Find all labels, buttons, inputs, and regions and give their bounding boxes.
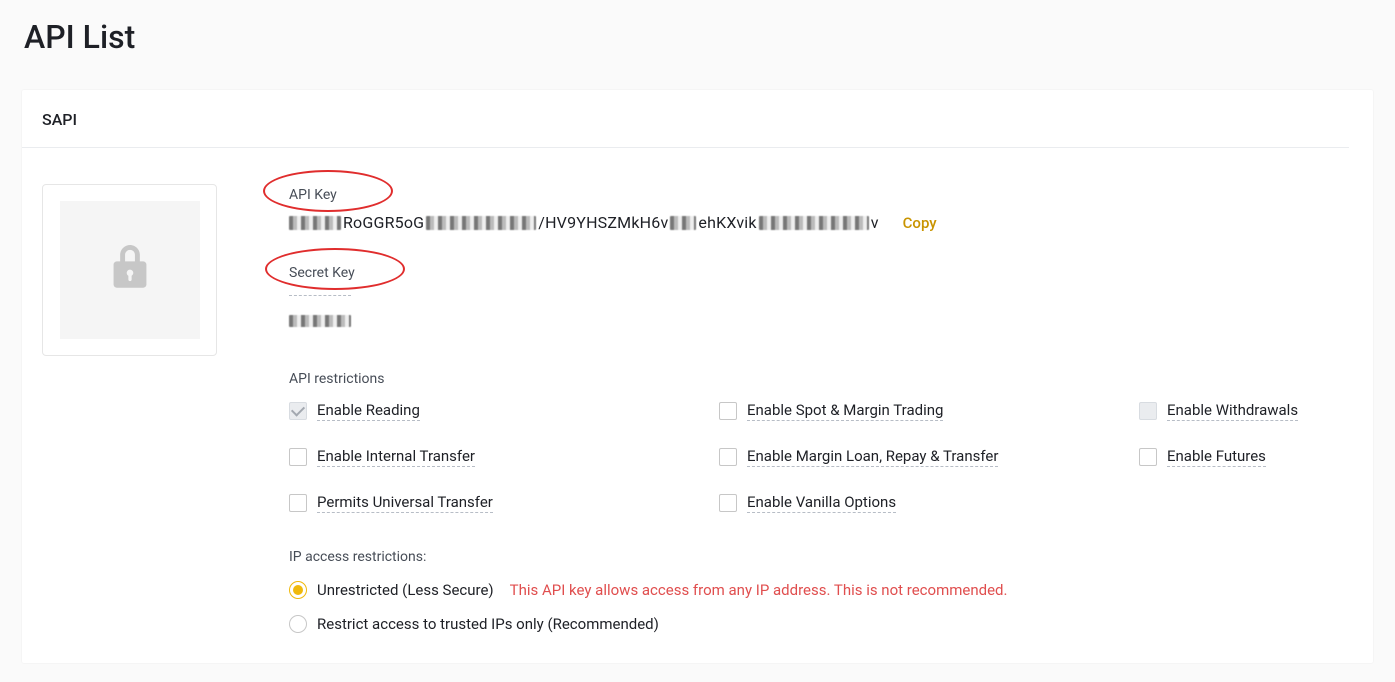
obscured-segment (759, 216, 869, 230)
perm-vanilla-options[interactable]: Enable Vanilla Options (719, 493, 1139, 513)
checkbox-icon (289, 448, 307, 466)
perm-label: Enable Margin Loan, Repay & Transfer (747, 447, 998, 467)
copy-button[interactable]: Copy (903, 214, 937, 232)
api-card: SAPI API Key RoGGR5oG (22, 90, 1373, 663)
perm-label: Enable Futures (1167, 447, 1266, 467)
qr-box (42, 184, 217, 356)
radio-icon (289, 615, 307, 633)
perm-enable-reading[interactable]: Enable Reading (289, 401, 719, 421)
secret-key-value (289, 312, 1379, 331)
checkbox-icon (289, 494, 307, 512)
checkbox-icon (1139, 402, 1157, 420)
checkbox-icon (289, 402, 307, 420)
ip-option-restricted[interactable]: Restrict access to trusted IPs only (Rec… (289, 615, 1379, 633)
secret-key-label: Secret Key (289, 265, 355, 281)
obscured-segment (289, 216, 341, 230)
perm-margin-loan[interactable]: Enable Margin Loan, Repay & Transfer (719, 447, 1139, 467)
permissions-grid: Enable Reading Enable Spot & Margin Trad… (289, 401, 1379, 513)
perm-label: Permits Universal Transfer (317, 493, 493, 513)
ip-warning-text: This API key allows access from any IP a… (510, 581, 1008, 599)
perm-label: Enable Spot & Margin Trading (747, 401, 943, 421)
api-key-value: RoGGR5oG /HV9YHSZMkH6v ehKXvik v (289, 213, 879, 232)
perm-universal-transfer[interactable]: Permits Universal Transfer (289, 493, 719, 513)
perm-label: Enable Vanilla Options (747, 493, 896, 513)
restrictions-title: API restrictions (289, 371, 1379, 387)
api-details: API Key RoGGR5oG /HV9YHSZMkH6v ehKXvik v… (289, 184, 1379, 633)
api-key-frag-3: ehKXvik (698, 213, 756, 232)
api-name: SAPI (22, 90, 1349, 148)
perm-internal-transfer[interactable]: Enable Internal Transfer (289, 447, 719, 467)
checkbox-icon (719, 494, 737, 512)
checkbox-icon (719, 402, 737, 420)
lock-icon (110, 245, 150, 295)
perm-withdrawals[interactable]: Enable Withdrawals (1139, 401, 1379, 421)
api-key-frag-1: RoGGR5oG (343, 213, 424, 232)
perm-spot-margin[interactable]: Enable Spot & Margin Trading (719, 401, 1139, 421)
checkbox-icon (719, 448, 737, 466)
obscured-segment (289, 315, 351, 327)
secret-key-underline (289, 292, 351, 296)
qr-placeholder (60, 201, 200, 339)
perm-label: Enable Withdrawals (1167, 401, 1298, 421)
ip-option-unrestricted[interactable]: Unrestricted (Less Secure) This API key … (289, 581, 1379, 599)
page-title: API List (0, 0, 1395, 66)
ip-option-label: Unrestricted (Less Secure) (317, 581, 494, 599)
perm-label: Enable Internal Transfer (317, 447, 475, 467)
api-key-row: RoGGR5oG /HV9YHSZMkH6v ehKXvik v Copy (289, 213, 1379, 232)
obscured-segment (670, 216, 696, 230)
ip-access-title: IP access restrictions: (289, 549, 1379, 565)
perm-label: Enable Reading (317, 401, 420, 421)
obscured-segment (426, 216, 536, 230)
radio-icon (289, 581, 307, 599)
perm-futures[interactable]: Enable Futures (1139, 447, 1379, 467)
ip-option-label: Restrict access to trusted IPs only (Rec… (317, 615, 659, 633)
api-key-frag-2: /HV9YHSZMkH6v (538, 213, 668, 232)
checkbox-icon (1139, 448, 1157, 466)
api-key-label: API Key (289, 187, 337, 203)
api-key-frag-4: v (871, 213, 879, 232)
